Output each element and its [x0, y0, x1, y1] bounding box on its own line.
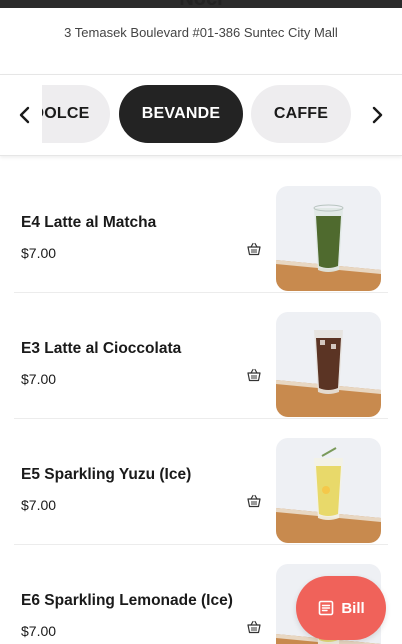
- basket-icon[interactable]: [246, 619, 262, 635]
- tab-caffe[interactable]: CAFFE: [251, 85, 351, 143]
- menu-item-sparkling-yuzu[interactable]: E5 Sparkling Yuzu (Ice) $7.00: [14, 419, 388, 545]
- item-photo: [276, 186, 381, 291]
- item-name: E5 Sparkling Yuzu (Ice): [21, 466, 192, 483]
- item-price: $7.00: [21, 497, 57, 513]
- item-name: E6 Sparkling Lemonade (Ice): [21, 592, 233, 609]
- basket-icon[interactable]: [246, 241, 262, 257]
- store-name: Noci: [0, 0, 402, 11]
- tab-bevande[interactable]: BEVANDE: [119, 85, 243, 143]
- bill-button[interactable]: Bill: [296, 576, 386, 640]
- store-address: 3 Temasek Boulevard #01-386 Suntec City …: [64, 25, 338, 40]
- item-price: $7.00: [21, 623, 57, 639]
- tab-label: CAFFE: [273, 105, 329, 122]
- item-price: $7.00: [21, 371, 57, 387]
- item-price: $7.00: [21, 245, 57, 261]
- drink-fill: [316, 338, 341, 390]
- menu-item-latte-cioccolata[interactable]: E3 Latte al Cioccolata $7.00: [14, 293, 388, 419]
- basket-icon[interactable]: [246, 493, 262, 509]
- category-bar: DOLCE BEVANDE CAFFE: [0, 74, 402, 156]
- store-header: Noci 3 Temasek Boulevard #01-386 Suntec …: [0, 0, 402, 74]
- basket-icon[interactable]: [246, 367, 262, 383]
- drink-fill: [316, 216, 341, 268]
- scroll-right-button[interactable]: [363, 101, 391, 129]
- tab-label: BEVANDE: [141, 105, 221, 122]
- bill-label: Bill: [341, 599, 365, 617]
- item-photo: [276, 438, 381, 543]
- scroll-left-button[interactable]: [11, 101, 39, 129]
- chevron-right-icon: [372, 106, 383, 124]
- chevron-left-icon: [19, 106, 30, 124]
- tab-dolce[interactable]: DOLCE: [42, 85, 110, 143]
- menu-item-latte-matcha[interactable]: E4 Latte al Matcha $7.00: [14, 167, 388, 293]
- receipt-icon: [319, 600, 334, 616]
- tab-label: DOLCE: [42, 105, 90, 122]
- item-name: E4 Latte al Matcha: [21, 214, 157, 231]
- category-tabs: DOLCE BEVANDE CAFFE: [42, 85, 360, 145]
- item-name: E3 Latte al Cioccolata: [21, 340, 182, 357]
- item-photo: [276, 312, 381, 417]
